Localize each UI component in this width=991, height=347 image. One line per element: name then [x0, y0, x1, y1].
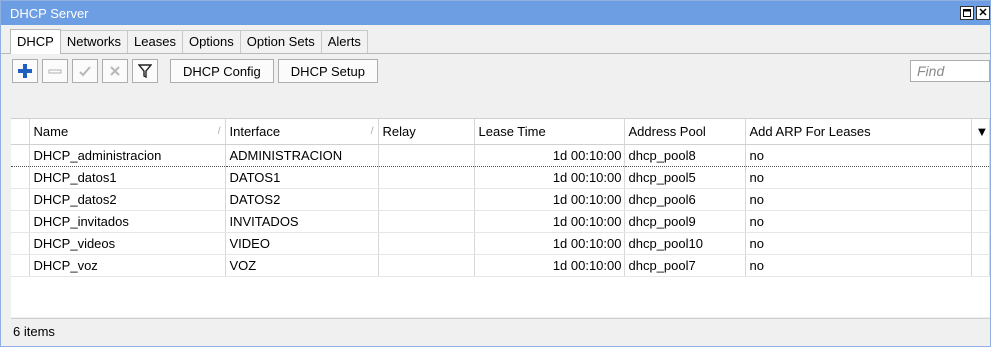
- table-row[interactable]: DHCP_datos2 DATOS2 1d 00:10:00 dhcp_pool…: [11, 188, 990, 211]
- dhcp-server-table: Name / Interface / Relay Lease Time Addres…: [11, 118, 990, 317]
- cell-address-pool: dhcp_pool6: [624, 188, 746, 211]
- tab-options[interactable]: Options: [181, 30, 241, 53]
- column-address-pool[interactable]: Address Pool: [624, 119, 746, 145]
- cell-interface: VIDEO: [225, 232, 379, 255]
- cell-relay: [378, 232, 475, 255]
- cell-relay: [378, 254, 475, 277]
- column-interface[interactable]: Interface /: [225, 119, 379, 145]
- cell-name: DHCP_datos1: [29, 166, 226, 189]
- enable-button[interactable]: [72, 59, 98, 83]
- cell-lease-time: 1d 00:10:00: [474, 210, 625, 233]
- tab-alerts[interactable]: Alerts: [320, 30, 368, 53]
- cell-address-pool: dhcp_pool9: [624, 210, 746, 233]
- cell-relay: [378, 188, 475, 211]
- tab-leases[interactable]: Leases: [127, 30, 183, 53]
- cell-add-arp: no: [745, 144, 972, 167]
- table-row[interactable]: DHCP_invitados INVITADOS 1d 00:10:00 dhc…: [11, 210, 990, 233]
- cell-address-pool: dhcp_pool7: [624, 254, 746, 277]
- dhcp-setup-button[interactable]: DHCP Setup: [277, 59, 378, 83]
- cell-add-arp: no: [745, 210, 972, 233]
- title-bar[interactable]: DHCP Server ✕: [1, 1, 990, 25]
- maximize-icon[interactable]: [960, 6, 974, 20]
- close-icon[interactable]: ✕: [976, 6, 990, 20]
- add-button[interactable]: [12, 59, 38, 83]
- plus-icon: [18, 64, 32, 78]
- table-row[interactable]: DHCP_administracion ADMINISTRACION 1d 00…: [11, 144, 990, 167]
- tab-dhcp[interactable]: DHCP: [10, 29, 61, 54]
- cell-relay: [378, 210, 475, 233]
- find-input[interactable]: Find: [910, 60, 990, 82]
- tab-bar: DHCP Networks Leases Options Option Sets…: [1, 28, 990, 54]
- tab-option-sets[interactable]: Option Sets: [239, 30, 322, 53]
- cell-lease-time: 1d 00:10:00: [474, 166, 625, 189]
- dhcp-config-button[interactable]: DHCP Config: [170, 59, 274, 83]
- check-icon: [79, 66, 91, 77]
- cell-name: DHCP_datos2: [29, 188, 226, 211]
- filter-icon: [138, 64, 152, 78]
- cell-address-pool: dhcp_pool5: [624, 166, 746, 189]
- table-row[interactable]: DHCP_videos VIDEO 1d 00:10:00 dhcp_pool1…: [11, 232, 990, 255]
- table-row[interactable]: DHCP_voz VOZ 1d 00:10:00 dhcp_pool7 no: [11, 254, 990, 277]
- column-name[interactable]: Name /: [29, 119, 226, 145]
- column-flags[interactable]: [11, 119, 30, 145]
- cell-name: DHCP_voz: [29, 254, 226, 277]
- column-menu[interactable]: ▼: [971, 119, 990, 145]
- cell-interface: DATOS2: [225, 188, 379, 211]
- cell-name: DHCP_invitados: [29, 210, 226, 233]
- cell-add-arp: no: [745, 254, 972, 277]
- cell-interface: INVITADOS: [225, 210, 379, 233]
- disable-button[interactable]: [102, 59, 128, 83]
- minus-icon: [48, 69, 62, 74]
- column-relay[interactable]: Relay: [378, 119, 475, 145]
- cell-add-arp: no: [745, 188, 972, 211]
- column-lease-time[interactable]: Lease Time: [474, 119, 625, 145]
- table-header: Name / Interface / Relay Lease Time Addres…: [11, 119, 990, 145]
- cell-address-pool: dhcp_pool8: [624, 144, 746, 167]
- cell-name: DHCP_administracion: [29, 144, 226, 167]
- table-row[interactable]: DHCP_datos1 DATOS1 1d 00:10:00 dhcp_pool…: [11, 166, 990, 189]
- cell-relay: [378, 166, 475, 189]
- cell-relay: [378, 144, 475, 167]
- filter-button[interactable]: [132, 59, 158, 83]
- cell-interface: ADMINISTRACION: [225, 144, 379, 167]
- cell-address-pool: dhcp_pool10: [624, 232, 746, 255]
- window-controls: ✕: [960, 6, 990, 20]
- status-bar: 6 items: [11, 318, 990, 347]
- cross-icon: [110, 66, 120, 76]
- cell-add-arp: no: [745, 232, 972, 255]
- window-title: DHCP Server: [10, 5, 89, 21]
- cell-add-arp: no: [745, 166, 972, 189]
- tab-networks[interactable]: Networks: [59, 30, 129, 53]
- remove-button[interactable]: [42, 59, 68, 83]
- cell-name: DHCP_videos: [29, 232, 226, 255]
- toolbar: DHCP Config DHCP Setup Find: [1, 54, 990, 88]
- dhcp-server-window: DHCP Server ✕ DHCP Networks Leases Optio…: [0, 0, 991, 347]
- cell-lease-time: 1d 00:10:00: [474, 188, 625, 211]
- dropdown-arrow-icon: ▼: [975, 124, 989, 139]
- cell-interface: VOZ: [225, 254, 379, 277]
- cell-interface: DATOS1: [225, 166, 379, 189]
- cell-lease-time: 1d 00:10:00: [474, 232, 625, 255]
- cell-lease-time: 1d 00:10:00: [474, 254, 625, 277]
- column-add-arp[interactable]: Add ARP For Leases: [745, 119, 972, 145]
- cell-lease-time: 1d 00:10:00: [474, 144, 625, 167]
